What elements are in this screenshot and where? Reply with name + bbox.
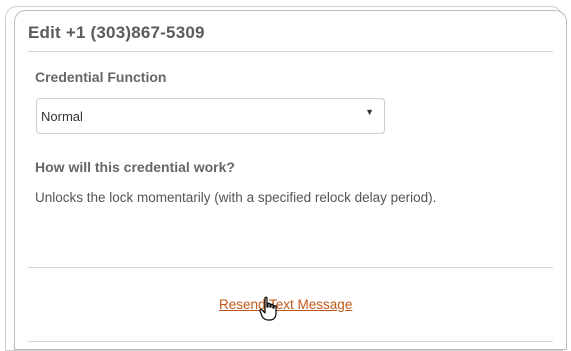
hand-pointer-icon xyxy=(259,296,277,321)
how-it-works-heading: How will this credential work? xyxy=(35,159,235,175)
triangle-down-icon: ▼ xyxy=(365,107,374,117)
dialog-title: Edit +1 (303)867-5309 xyxy=(28,23,205,42)
bottom-divider xyxy=(28,341,553,342)
header-divider xyxy=(28,51,553,52)
footer-divider xyxy=(28,267,553,268)
credential-function-select[interactable]: Normal ▼ xyxy=(36,98,385,134)
how-it-works-description: Unlocks the lock momentarily (with a spe… xyxy=(35,190,437,205)
edit-credential-card: Edit +1 (303)867-5309 Credential Functio… xyxy=(14,10,567,350)
credential-function-value: Normal xyxy=(41,109,83,124)
resend-text-message-link[interactable]: Resend Text Message xyxy=(219,297,352,312)
credential-function-label: Credential Function xyxy=(35,69,167,85)
